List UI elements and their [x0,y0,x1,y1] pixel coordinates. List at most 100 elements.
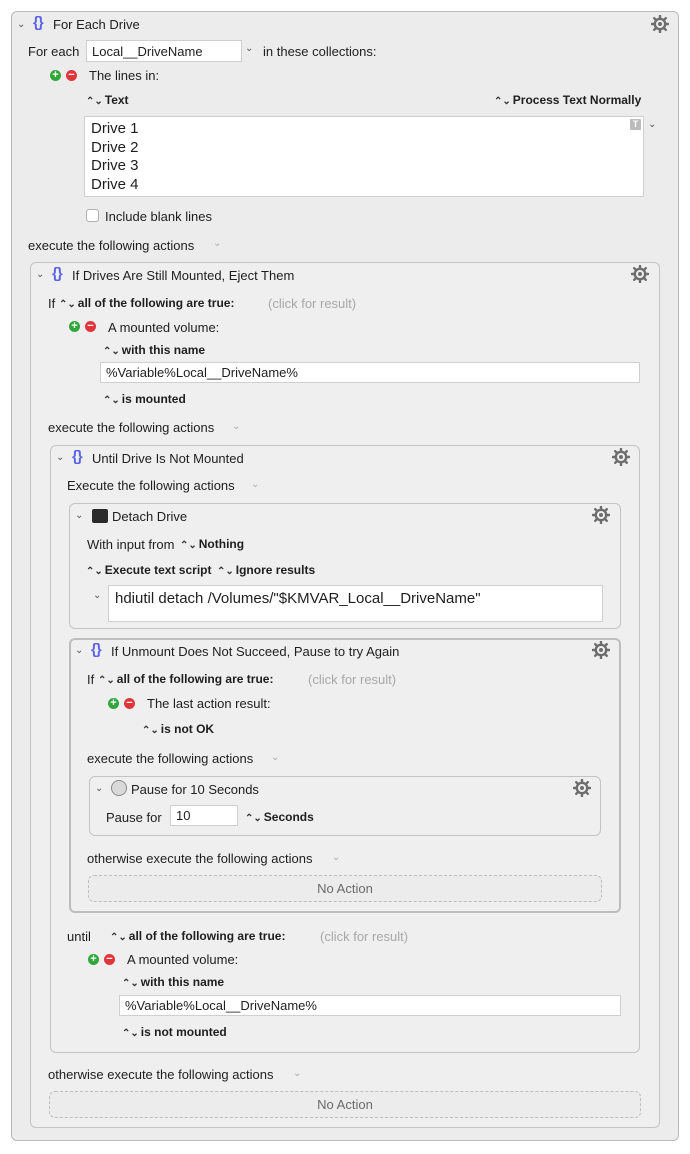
mount-state-label: is not mounted [140,1025,227,1039]
pause-title[interactable]: Pause for 10 Seconds [131,782,259,797]
script-text: hdiutil detach /Volumes/"$KMVAR_Local__D… [115,590,481,607]
input-source-popup[interactable]: ⌃⌄ Nothing [180,537,244,551]
process-text-popup[interactable]: ⌃⌄ Process Text Normally [494,93,641,107]
updown-icon: ⌃⌄ [103,346,120,357]
until-label: until [67,929,91,944]
mount-state-popup[interactable]: ⌃⌄ is not mounted [122,1025,227,1039]
chevron-down-icon[interactable]: ⌄ [648,119,656,130]
execute-mode-popup[interactable]: ⌃⌄ Execute text script [86,563,211,577]
updown-icon: ⌃⌄ [217,566,234,577]
collection-title: The lines in: [89,68,160,83]
if-label: If [87,672,95,687]
include-blank-checkbox[interactable] [86,209,99,222]
chevron-down-icon[interactable]: ⌄ [271,752,279,763]
updown-icon: ⌃⌄ [59,299,76,310]
until-title[interactable]: Until Drive Is Not Mounted [92,451,244,466]
no-action-dropzone[interactable]: No Action [88,875,602,902]
updown-icon: ⌃⌄ [86,96,103,107]
script-textarea[interactable]: hdiutil detach /Volumes/"$KMVAR_Local__D… [108,585,603,622]
control-braces-icon: {} [91,641,102,658]
chevron-down-icon[interactable]: ⌄ [293,1068,301,1079]
updown-icon: ⌃⌄ [86,566,103,577]
if-mounted-execute-label: execute the following actions [48,420,215,435]
updown-icon: ⌃⌄ [103,395,120,406]
pause-unit-popup[interactable]: ⌃⌄ Seconds [245,810,314,824]
disclosure-chevron-icon[interactable]: ⌄ [56,452,64,463]
terminal-icon [92,509,108,523]
chevron-down-icon[interactable]: ⌄ [332,852,340,863]
condition-mode-popup[interactable]: ⌃⌄ all of the following are true: [110,929,285,943]
name-match-label: with this name [140,975,225,989]
remove-collection-icon[interactable]: − [66,70,77,81]
process-text-label: Process Text Normally [512,93,642,107]
text-source-label: Text [104,93,129,107]
volume-name-field[interactable]: %Variable%Local__DriveName% [119,995,621,1016]
updown-icon: ⌃⌄ [142,725,159,736]
control-braces-icon: {} [33,14,44,31]
remove-condition-icon[interactable]: − [85,321,96,332]
name-match-popup[interactable]: ⌃⌄ with this name [122,975,224,989]
lines-textarea[interactable]: Drive 1 Drive 2 Drive 3 Drive 4 [84,116,644,197]
click-for-result[interactable]: (click for result) [268,296,356,311]
add-condition-icon[interactable]: + [108,698,119,709]
remove-condition-icon[interactable]: − [104,954,115,965]
disclosure-chevron-icon[interactable]: ⌄ [95,783,103,794]
chevron-down-icon[interactable]: ⌄ [245,43,253,54]
gear-icon[interactable] [592,506,610,524]
line-item: Drive 2 [91,138,139,156]
detach-title[interactable]: Detach Drive [112,509,187,524]
chevron-down-icon[interactable]: ⌄ [93,590,101,601]
updown-icon: ⌃⌄ [110,932,127,943]
updown-icon: ⌃⌄ [245,813,262,824]
clock-icon [111,780,127,796]
if-mounted-title[interactable]: If Drives Are Still Mounted, Eject Them [72,268,294,283]
text-source-popup[interactable]: ⌃⌄ Text [86,93,129,107]
if-unmount-otherwise-label: otherwise execute the following actions [87,851,313,866]
if-unmount-execute-label: execute the following actions [87,751,254,766]
result-state-label: is not OK [160,722,215,736]
gear-icon[interactable] [612,448,630,466]
result-state-popup[interactable]: ⌃⌄ is not OK [142,722,214,736]
variable-value: Local__DriveName [92,43,203,59]
disclosure-chevron-icon[interactable]: ⌄ [75,510,83,521]
line-item: Drive 4 [91,175,139,193]
pause-duration-field[interactable]: 10 [170,805,238,826]
gear-icon[interactable] [651,15,669,33]
execute-mode-label: Execute text script [104,563,212,577]
for-each-title[interactable]: For Each Drive [53,17,140,32]
click-for-result[interactable]: (click for result) [320,929,408,944]
condition-title: A mounted volume: [127,952,239,967]
if-mounted-otherwise-label: otherwise execute the following actions [48,1067,274,1082]
condition-title: A mounted volume: [108,320,220,335]
variable-field[interactable]: Local__DriveName [86,40,242,62]
if-unmount-title[interactable]: If Unmount Does Not Succeed, Pause to tr… [111,644,399,659]
disclosure-chevron-icon[interactable]: ⌄ [75,645,83,656]
mount-state-popup[interactable]: ⌃⌄ is mounted [103,392,186,406]
text-token-icon[interactable]: T [630,119,641,130]
click-for-result[interactable]: (click for result) [308,672,396,687]
no-action-dropzone[interactable]: No Action [49,1091,641,1118]
no-action-label: No Action [317,1097,373,1112]
gear-icon[interactable] [631,265,649,283]
disclosure-chevron-icon[interactable]: ⌄ [17,19,25,30]
add-condition-icon[interactable]: + [69,321,80,332]
name-match-label: with this name [121,343,206,357]
updown-icon: ⌃⌄ [122,978,139,989]
remove-condition-icon[interactable]: − [124,698,135,709]
chevron-down-icon[interactable]: ⌄ [251,479,259,490]
gear-icon[interactable] [592,641,610,659]
volume-name-field[interactable]: %Variable%Local__DriveName% [100,362,640,383]
gear-icon[interactable] [573,779,591,797]
condition-mode-popup[interactable]: ⌃⌄ all of the following are true: [98,672,273,686]
input-source-label: Nothing [198,537,245,551]
chevron-down-icon[interactable]: ⌄ [213,238,221,249]
control-braces-icon: {} [72,448,83,465]
name-match-popup[interactable]: ⌃⌄ with this name [103,343,205,357]
disclosure-chevron-icon[interactable]: ⌄ [36,269,44,280]
add-collection-icon[interactable]: + [50,70,61,81]
add-condition-icon[interactable]: + [88,954,99,965]
condition-mode-popup[interactable]: ⌃⌄ all of the following are true: [59,296,234,310]
if-label: If [48,296,56,311]
chevron-down-icon[interactable]: ⌄ [232,421,240,432]
results-popup[interactable]: ⌃⌄ Ignore results [217,563,315,577]
